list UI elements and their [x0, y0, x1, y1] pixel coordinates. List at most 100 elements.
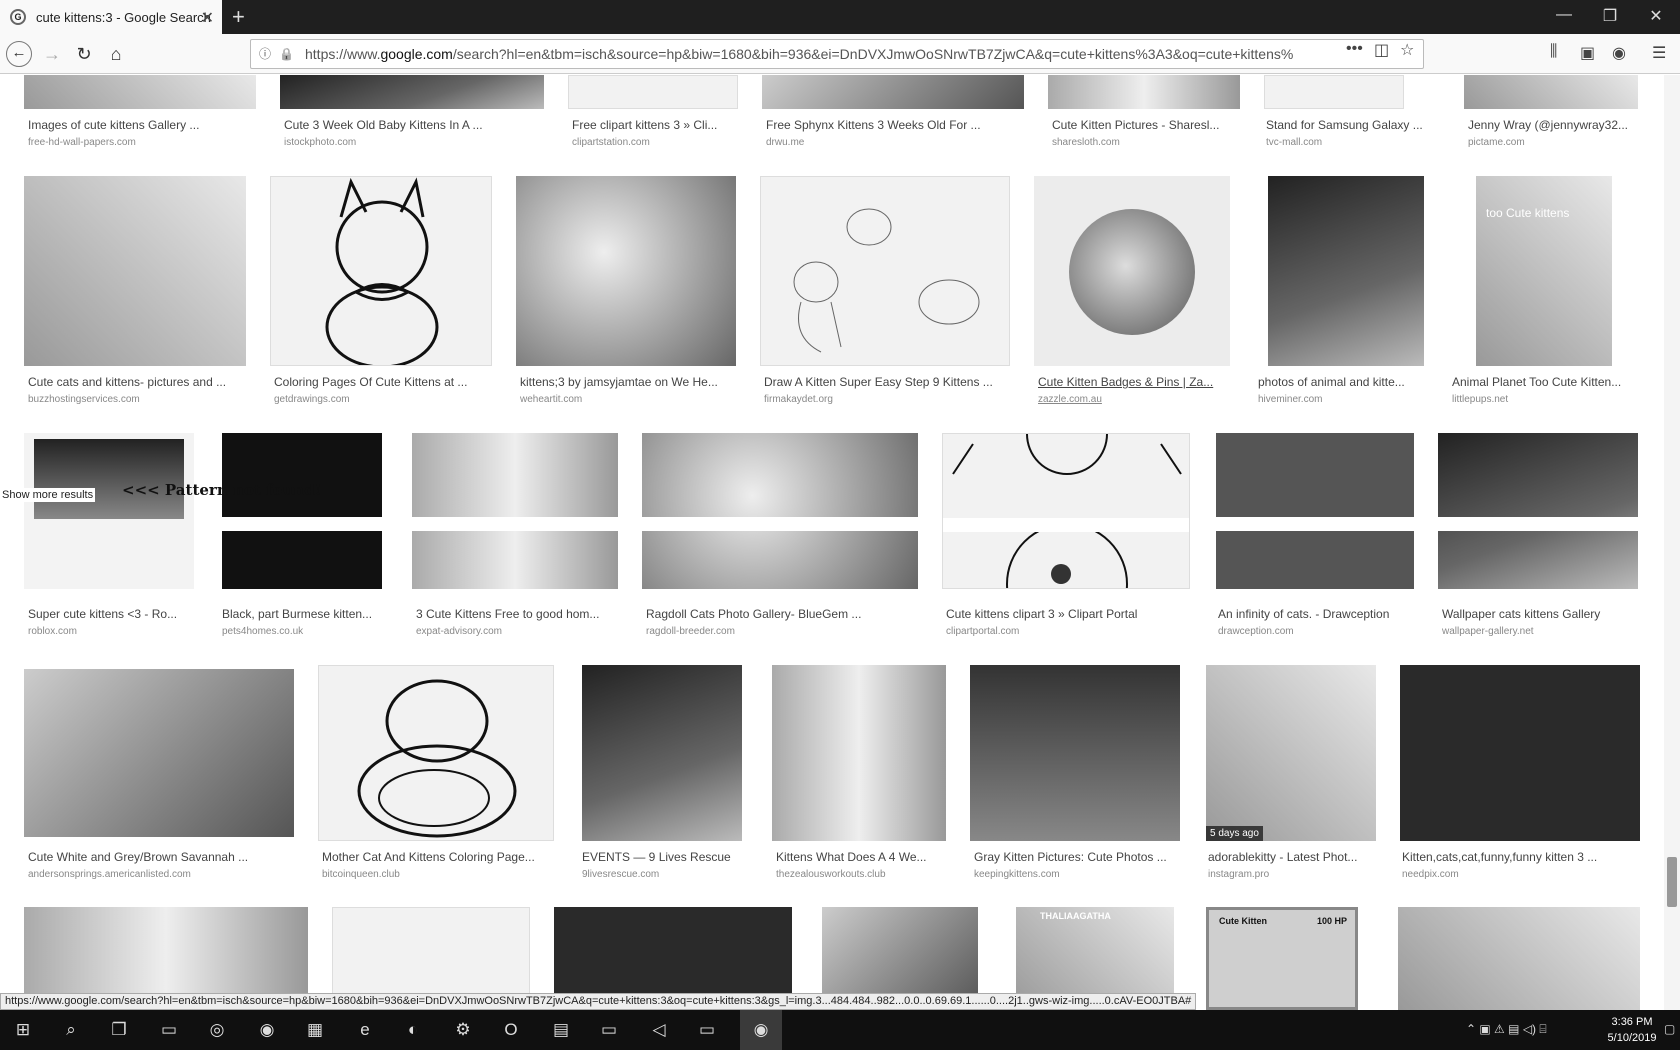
result-caption[interactable]: Free Sphynx Kittens 3 Weeks Old For ...	[766, 118, 1026, 132]
edge-icon[interactable]: e	[352, 1018, 378, 1042]
pycharm-icon[interactable]: ▤	[548, 1018, 574, 1042]
save-disk-icon[interactable]: ▦	[302, 1018, 328, 1042]
result-caption[interactable]: Cute Kitten Pictures - Sharesl...	[1052, 118, 1242, 132]
result-caption[interactable]: EVENTS — 9 Lives Rescue	[582, 850, 748, 864]
clock[interactable]: 3:36 PM 5/10/2019	[1600, 1014, 1664, 1046]
result-image[interactable]	[642, 433, 918, 589]
result-image[interactable]: too Cute kittens	[1476, 176, 1612, 366]
result-image[interactable]	[1400, 665, 1640, 841]
result-image[interactable]	[1464, 75, 1638, 109]
result-caption[interactable]: Stand for Samsung Galaxy ...	[1266, 118, 1446, 132]
result-caption[interactable]: Super cute kittens <3 - Ro...	[28, 607, 198, 621]
start-windows-icon[interactable]: ⊞	[10, 1018, 36, 1042]
result-image[interactable]	[760, 176, 1010, 366]
close-window-button[interactable]: ✕	[1646, 6, 1666, 26]
result-image[interactable]	[24, 433, 194, 589]
address-bar[interactable]: ⓘ 🔒 https://www.google.com/search?hl=en&…	[250, 39, 1424, 69]
reload-button[interactable]: ↻	[72, 42, 96, 66]
result-image[interactable]: Cute Kitten 100 HP	[1206, 907, 1358, 1010]
result-caption[interactable]: Black, part Burmese kitten...	[222, 607, 388, 621]
result-caption[interactable]: Free clipart kittens 3 » Cli...	[572, 118, 742, 132]
home-button[interactable]: ⌂	[104, 42, 128, 66]
result-caption[interactable]: adorablekitty - Latest Phot...	[1208, 850, 1378, 864]
visual-studio-icon[interactable]: ◁	[646, 1018, 672, 1042]
task-view-icon[interactable]: ❐	[106, 1018, 132, 1042]
result-image[interactable]	[1268, 176, 1424, 366]
forward-button[interactable]: →	[40, 42, 64, 66]
console-icon[interactable]: ▭	[694, 1018, 720, 1042]
chrome-icon[interactable]: ◎	[204, 1018, 230, 1042]
search-icon[interactable]: ⌕	[58, 1018, 84, 1042]
result-image[interactable]	[582, 665, 742, 841]
result-image[interactable]	[1398, 907, 1640, 1010]
result-image[interactable]	[1034, 176, 1230, 366]
result-caption[interactable]: Cute 3 Week Old Baby Kittens In A ...	[284, 118, 544, 132]
result-caption[interactable]: Kitten,cats,cat,funny,funny kitten 3 ...	[1402, 850, 1642, 864]
result-image[interactable]	[1264, 75, 1404, 109]
result-caption[interactable]: Gray Kitten Pictures: Cute Photos ...	[974, 850, 1184, 864]
result-image[interactable]	[24, 75, 256, 109]
result-caption[interactable]: Draw A Kitten Super Easy Step 9 Kittens …	[764, 375, 1014, 389]
result-image[interactable]: 5 days ago	[1206, 665, 1376, 841]
account-icon[interactable]: ◉	[1612, 43, 1626, 63]
scrollbar-thumb[interactable]	[1667, 857, 1677, 907]
result-image[interactable]	[568, 75, 738, 109]
result-caption[interactable]: Jenny Wray (@jennywray32...	[1468, 118, 1648, 132]
result-caption[interactable]: An infinity of cats. - Drawception	[1218, 607, 1416, 621]
result-caption[interactable]: Ragdoll Cats Photo Gallery- BlueGem ...	[646, 607, 922, 621]
result-image[interactable]	[24, 176, 246, 366]
result-caption[interactable]: Mother Cat And Kittens Coloring Page...	[322, 850, 558, 864]
restore-button[interactable]: ❐	[1600, 6, 1620, 26]
result-caption[interactable]: Wallpaper cats kittens Gallery	[1442, 607, 1642, 621]
result-caption[interactable]: Cute Kitten Badges & Pins | Za...	[1038, 375, 1234, 389]
library-icon[interactable]: ⫼	[1550, 43, 1557, 61]
result-image[interactable]	[318, 665, 554, 841]
result-image[interactable]	[762, 75, 1024, 109]
page-actions-icon[interactable]: •••	[1346, 40, 1363, 58]
back-button[interactable]: ←	[6, 41, 32, 67]
firefox-active-icon[interactable]: ◉	[740, 1010, 782, 1050]
tab-google-search[interactable]: G cute kittens:3 - Google Search ✕	[0, 0, 222, 34]
result-image[interactable]	[970, 665, 1180, 841]
result-image[interactable]	[1216, 433, 1414, 589]
result-image[interactable]	[412, 433, 618, 589]
settings-icon[interactable]: ⚙	[450, 1018, 476, 1042]
close-tab-icon[interactable]: ✕	[201, 8, 214, 28]
tray-icons[interactable]: ⌃ ▣ ⚠ ▤ ◁) ⌸	[1466, 1022, 1547, 1037]
terminal-icon[interactable]: ▭	[596, 1018, 622, 1042]
opera-icon[interactable]: O	[498, 1018, 524, 1042]
result-caption[interactable]: Animal Planet Too Cute Kitten...	[1452, 375, 1640, 389]
lock-icon[interactable]: 🔒	[279, 47, 294, 61]
result-caption[interactable]: Cute cats and kittens- pictures and ...	[28, 375, 250, 389]
notifications-icon[interactable]: ▢	[1664, 1022, 1675, 1036]
result-caption[interactable]: Cute kittens clipart 3 » Clipart Portal	[946, 607, 1194, 621]
app-icon[interactable]: ◐	[400, 1018, 426, 1042]
minimize-button[interactable]: —	[1554, 6, 1574, 24]
new-tab-button[interactable]: +	[232, 4, 245, 30]
info-icon[interactable]: ⓘ	[259, 47, 273, 61]
result-image[interactable]	[222, 433, 382, 589]
firefox-icon[interactable]: ◉	[254, 1018, 280, 1042]
result-caption[interactable]: Images of cute kittens Gallery ...	[28, 118, 258, 132]
result-caption[interactable]: photos of animal and kitte...	[1258, 375, 1418, 389]
result-caption[interactable]: Cute White and Grey/Brown Savannah ...	[28, 850, 296, 864]
bookmark-star-icon[interactable]: ☆	[1400, 40, 1414, 60]
result-caption[interactable]: Kittens What Does A 4 We...	[776, 850, 952, 864]
result-source: zazzle.com.au	[1038, 394, 1102, 405]
result-image[interactable]	[772, 665, 946, 841]
show-more-results-link[interactable]: Show more results	[0, 488, 96, 502]
result-image[interactable]	[516, 176, 736, 366]
result-caption[interactable]: 3 Cute Kittens Free to good hom...	[416, 607, 622, 621]
result-image[interactable]	[270, 176, 492, 366]
result-image[interactable]	[1048, 75, 1240, 109]
result-caption[interactable]: kittens;3 by jamsyjamtae on We He...	[520, 375, 740, 389]
result-image[interactable]	[1438, 433, 1638, 589]
pocket-icon[interactable]: ◫	[1374, 40, 1389, 60]
result-image[interactable]	[280, 75, 544, 109]
file-explorer-icon[interactable]: ▭	[156, 1018, 182, 1042]
result-image[interactable]	[942, 433, 1190, 589]
sidebar-icon[interactable]: ▣	[1580, 43, 1595, 63]
result-caption[interactable]: Coloring Pages Of Cute Kittens at ...	[274, 375, 496, 389]
result-image[interactable]	[24, 669, 294, 837]
menu-icon[interactable]: ☰	[1652, 43, 1666, 63]
